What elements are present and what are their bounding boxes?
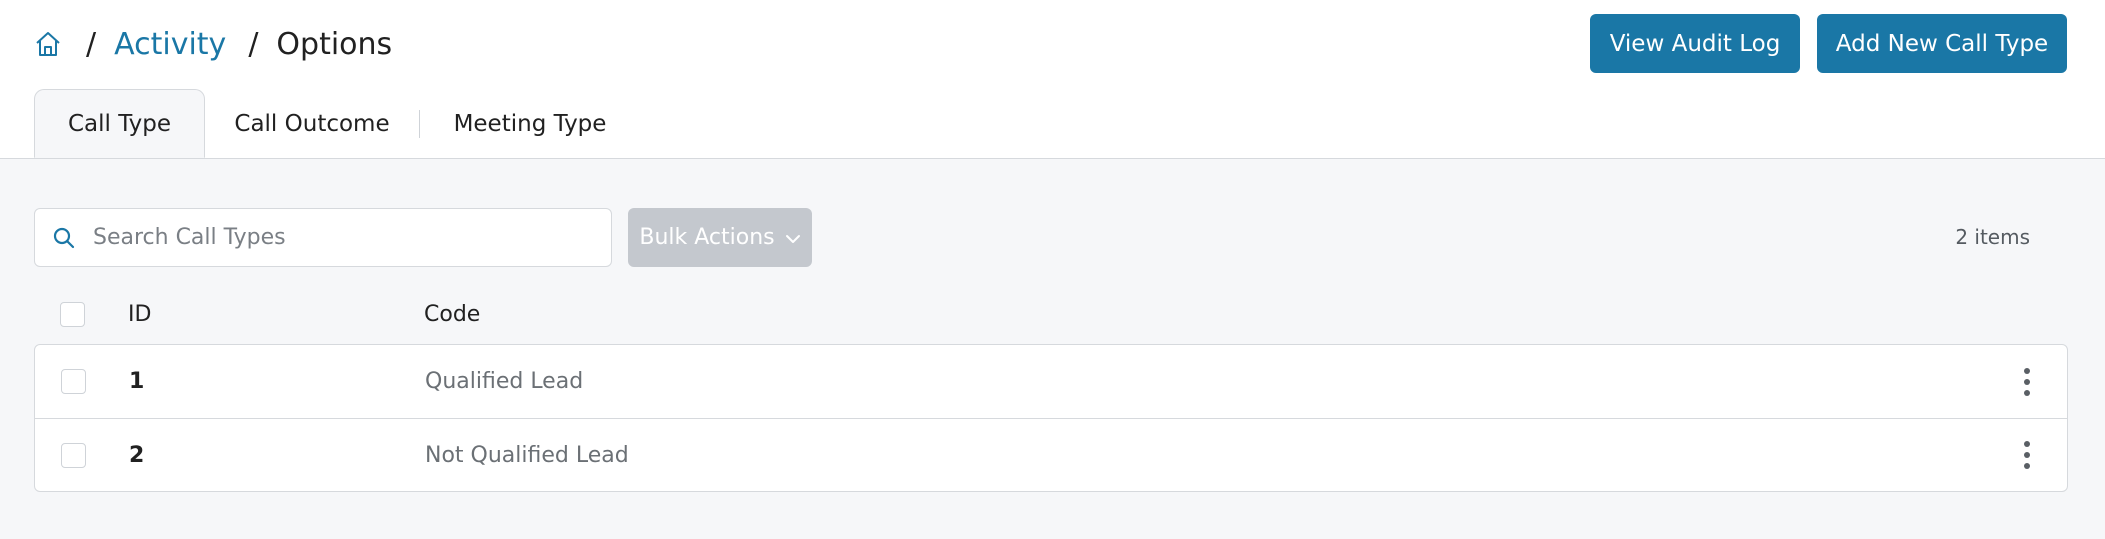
table-row[interactable]: 2 Not Qualified Lead: [35, 418, 2067, 491]
row-code: Not Qualified Lead: [425, 442, 629, 468]
search-input[interactable]: [93, 225, 573, 250]
search-icon: [51, 225, 77, 251]
header: / Activity / Options View Audit Log Add …: [0, 0, 2105, 158]
tab-call-outcome[interactable]: Call Outcome: [205, 90, 419, 158]
tab-call-type[interactable]: Call Type: [34, 89, 205, 158]
page: / Activity / Options View Audit Log Add …: [0, 0, 2105, 539]
row-id: 2: [129, 442, 145, 468]
tab-bar: Call Type Call Outcome Meeting Type: [34, 89, 640, 158]
table-row[interactable]: 1 Qualified Lead: [35, 345, 2067, 418]
tab-meeting-type[interactable]: Meeting Type: [420, 90, 640, 158]
column-header-code[interactable]: Code: [424, 302, 2068, 327]
content-area: Bulk Actions 2 items ID Code 1 Qualified…: [0, 158, 2105, 539]
row-checkbox[interactable]: [61, 369, 86, 394]
table-body: 1 Qualified Lead 2 Not Qualified Lead: [34, 344, 2068, 492]
row-select-cell: [35, 442, 129, 468]
bulk-actions-button[interactable]: Bulk Actions: [628, 208, 812, 267]
breadcrumb-separator: /: [86, 26, 97, 62]
page-title: Options: [276, 26, 393, 62]
chevron-down-icon: [785, 225, 801, 250]
row-checkbox[interactable]: [61, 442, 86, 468]
row-select-cell: [35, 369, 129, 394]
breadcrumb: / Activity / Options: [32, 22, 392, 66]
select-all-cell: [34, 301, 128, 327]
column-header-id[interactable]: ID: [128, 302, 424, 327]
add-new-call-type-button[interactable]: Add New Call Type: [1817, 14, 2067, 73]
row-code: Qualified Lead: [425, 369, 584, 394]
view-audit-log-button[interactable]: View Audit Log: [1590, 14, 1800, 73]
table-header: ID Code: [34, 284, 2068, 344]
home-icon[interactable]: [32, 28, 64, 60]
item-count: 2 items: [1955, 225, 2030, 249]
breadcrumb-separator: /: [248, 26, 259, 62]
bulk-actions-label: Bulk Actions: [639, 225, 775, 250]
search-box[interactable]: [34, 208, 612, 267]
more-options-icon[interactable]: [2017, 364, 2037, 400]
select-all-checkbox[interactable]: [60, 301, 85, 327]
breadcrumb-activity-link[interactable]: Activity: [114, 27, 226, 62]
row-id: 1: [129, 369, 145, 394]
more-options-icon[interactable]: [2017, 437, 2037, 473]
